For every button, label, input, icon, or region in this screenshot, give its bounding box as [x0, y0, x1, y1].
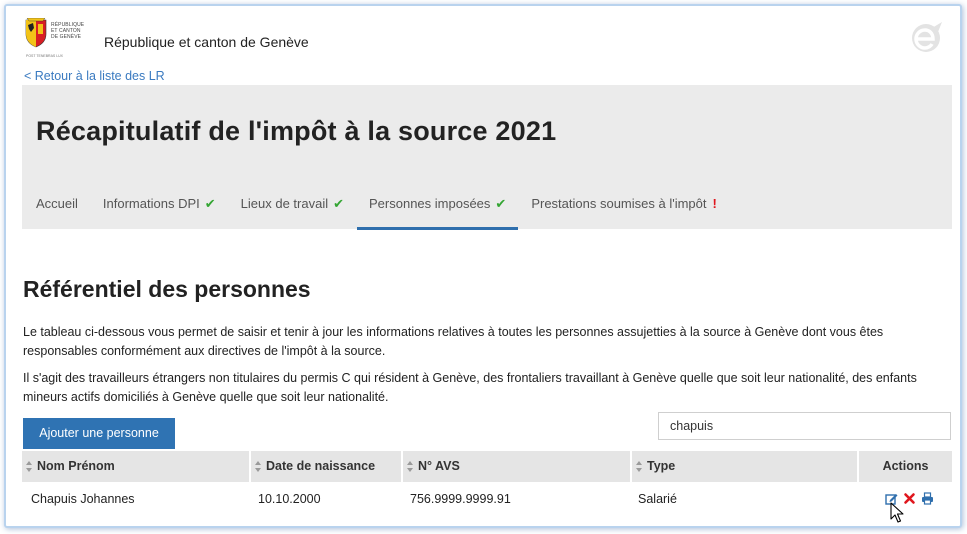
- add-person-button[interactable]: Ajouter une personne: [23, 418, 175, 449]
- search-input[interactable]: [658, 412, 951, 440]
- cell-name: Chapuis Johannes: [31, 491, 135, 506]
- check-icon: ✔: [495, 196, 507, 211]
- tab-bar: Accueil Informations DPI ✔ Lieux de trava…: [36, 195, 742, 230]
- tab-lieux-de-travail[interactable]: Lieux de travail ✔: [241, 195, 344, 229]
- scope-paragraph: Il s'agit des travailleurs étrangers non…: [23, 371, 917, 404]
- tab-prestations-soumises[interactable]: Prestations soumises à l'impôt!: [531, 195, 717, 229]
- geneva-coat-of-arms-icon: [25, 18, 47, 48]
- e-logo-icon[interactable]: [906, 22, 946, 54]
- cell-actions: [859, 492, 952, 505]
- cell-birthdate: 10.10.2000: [258, 491, 321, 506]
- table-body: Chapuis Johannes 10.10.2000 756.9999.999…: [22, 482, 952, 515]
- tab-label: Accueil: [36, 196, 78, 211]
- column-header-type[interactable]: Type: [632, 451, 859, 482]
- intro-paragraph: Le tableau ci-dessous vous permet de sai…: [23, 325, 884, 358]
- back-to-list-link[interactable]: < Retour à la liste des LR: [24, 69, 165, 83]
- page-title: Récapitulatif de l'impôt à la source 202…: [36, 116, 557, 146]
- sort-icon: [406, 460, 415, 473]
- exclamation-icon: !: [712, 196, 717, 211]
- tab-label: Lieux de travail: [240, 196, 329, 211]
- cell-type: Salarié: [638, 491, 677, 506]
- site-title: République et canton de Genève: [104, 34, 309, 50]
- geneva-logo[interactable]: RÉPUBLIQUE ET CANTON DE GENÈVE POST TENE…: [24, 18, 94, 66]
- persons-table: Nom Prénom Date de naissance N° AVS Type…: [22, 451, 952, 515]
- column-header-actions: Actions: [882, 459, 929, 473]
- sort-icon: [25, 460, 34, 473]
- tab-label: Prestations soumises à l'impôt: [531, 196, 707, 211]
- tab-label: Informations DPI: [102, 196, 200, 211]
- mouse-cursor-icon: [890, 502, 904, 523]
- table-header: Nom Prénom Date de naissance N° AVS Type…: [22, 451, 952, 482]
- check-icon: ✔: [333, 196, 345, 211]
- tab-informations-dpi[interactable]: Informations DPI ✔: [103, 195, 216, 229]
- app-window: RÉPUBLIQUE ET CANTON DE GENÈVE POST TENE…: [4, 4, 962, 528]
- sort-icon: [254, 460, 263, 473]
- logo-text: RÉPUBLIQUE ET CANTON DE GENÈVE: [51, 22, 85, 40]
- tab-accueil[interactable]: Accueil: [36, 195, 78, 229]
- cell-avs: 756.9999.9999.91: [410, 491, 511, 506]
- header-panel: Récapitulatif de l'impôt à la source 202…: [22, 85, 952, 230]
- print-icon[interactable]: [921, 492, 934, 505]
- table-row: Chapuis Johannes 10.10.2000 756.9999.999…: [22, 482, 952, 515]
- tab-personnes-imposees[interactable]: Personnes imposées ✔: [357, 195, 519, 230]
- column-header-avs[interactable]: N° AVS: [403, 451, 632, 482]
- tab-label: Personnes imposées: [369, 196, 491, 211]
- column-header-name[interactable]: Nom Prénom: [22, 451, 251, 482]
- check-icon: ✔: [204, 196, 216, 211]
- column-header-birthdate[interactable]: Date de naissance: [251, 451, 403, 482]
- delete-icon[interactable]: [903, 492, 916, 505]
- section-title: Référentiel des personnes: [23, 276, 311, 302]
- logo-motto: POST TENEBRAS LUX: [26, 54, 64, 58]
- sort-icon: [635, 460, 644, 473]
